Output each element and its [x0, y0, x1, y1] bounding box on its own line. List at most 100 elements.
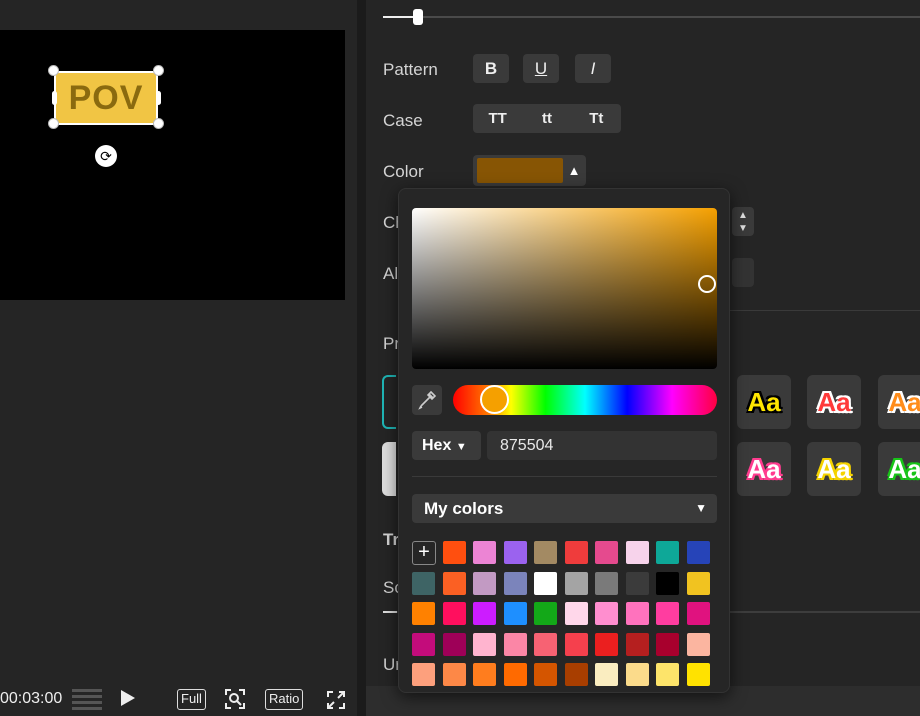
sticker-text: POV	[68, 78, 144, 117]
color-swatch[interactable]	[534, 602, 557, 625]
opacity-slider-thumb[interactable]	[413, 9, 423, 25]
color-swatch[interactable]	[625, 541, 649, 564]
resize-handle-left[interactable]	[52, 91, 57, 105]
color-swatch[interactable]	[564, 571, 588, 595]
chevron-up-icon[interactable]: ▲	[563, 157, 585, 184]
resize-handle-right[interactable]	[156, 91, 161, 105]
color-swatch[interactable]	[595, 541, 618, 564]
hue-slider-thumb[interactable]	[480, 385, 509, 414]
add-color-button[interactable]: +	[412, 541, 436, 565]
rotate-icon[interactable]: ⟳	[95, 145, 117, 167]
opacity-slider-track[interactable]	[383, 16, 920, 18]
color-swatch[interactable]	[625, 602, 649, 625]
color-swatch[interactable]	[656, 663, 679, 686]
ratio-button[interactable]: Ratio	[265, 689, 304, 710]
color-swatch[interactable]	[442, 541, 466, 564]
color-swatch[interactable]	[442, 632, 466, 656]
italic-button[interactable]: I	[575, 54, 611, 83]
preset-item[interactable]: Aa	[737, 442, 791, 496]
bold-button[interactable]: B	[473, 54, 509, 83]
color-swatch[interactable]	[656, 632, 679, 656]
spacing-stepper[interactable]: ▲ ▼	[732, 207, 754, 236]
align-button[interactable]	[732, 258, 754, 287]
color-mode-select[interactable]: Hex ▼	[412, 431, 481, 460]
preset-selected[interactable]	[382, 375, 396, 429]
color-swatch[interactable]	[473, 632, 496, 656]
play-button[interactable]	[121, 690, 135, 706]
color-swatch[interactable]	[595, 602, 618, 625]
color-swatch[interactable]	[503, 632, 527, 656]
app-root: POV ⟳ 00:03:00 Full Ratio Pattern B U I …	[0, 0, 920, 716]
preset-text: Aa	[747, 387, 781, 417]
color-swatch[interactable]	[595, 571, 618, 595]
saturation-value-area[interactable]	[412, 208, 717, 369]
my-colors-dropdown[interactable]: My colors ▼	[412, 494, 717, 523]
hex-input[interactable]	[487, 431, 717, 460]
color-swatch[interactable]	[473, 571, 496, 595]
case-title-button[interactable]: Tt	[572, 104, 621, 133]
color-swatch[interactable]	[686, 602, 710, 625]
color-swatch[interactable]	[534, 632, 557, 656]
full-button[interactable]: Full	[177, 689, 206, 710]
resize-handle-tr[interactable]	[153, 65, 164, 76]
color-swatch[interactable]	[442, 602, 466, 625]
preset-item[interactable]: Aa	[737, 375, 791, 429]
color-swatch[interactable]	[595, 663, 618, 686]
color-swatch[interactable]	[686, 632, 710, 656]
color-swatch[interactable]	[473, 541, 496, 564]
zoom-fit-icon[interactable]	[224, 688, 246, 710]
color-swatch[interactable]	[625, 571, 649, 595]
color-swatch[interactable]	[534, 541, 557, 564]
color-label: Color	[383, 162, 424, 181]
underline-button[interactable]: U	[523, 54, 559, 83]
case-lower-button[interactable]: tt	[522, 104, 571, 133]
timecode: 00:03:00	[0, 690, 63, 707]
section-divider	[730, 310, 920, 311]
color-swatch[interactable]	[412, 663, 435, 686]
resize-handle-tl[interactable]	[48, 65, 59, 76]
preset-item[interactable]: Aa	[878, 375, 920, 429]
resize-handle-br[interactable]	[153, 118, 164, 129]
preset-text: Aa	[817, 454, 851, 484]
color-swatch[interactable]	[503, 602, 527, 625]
preset-item[interactable]: Aa	[807, 375, 861, 429]
color-swatch[interactable]	[442, 663, 466, 686]
case-upper-button[interactable]: TT	[473, 104, 522, 133]
color-swatch[interactable]	[534, 571, 557, 595]
color-swatch[interactable]	[412, 632, 435, 656]
color-swatch[interactable]	[564, 602, 588, 625]
color-swatch[interactable]	[625, 663, 649, 686]
color-swatch[interactable]	[473, 602, 496, 625]
case-button-group: TT tt Tt	[473, 104, 621, 133]
color-swatch[interactable]	[656, 541, 679, 564]
color-swatch[interactable]	[473, 663, 496, 686]
color-swatch[interactable]	[503, 663, 527, 686]
sv-cursor[interactable]	[698, 275, 716, 293]
current-color-swatch[interactable]	[477, 158, 563, 183]
color-swatch[interactable]	[686, 663, 710, 686]
preset-white[interactable]	[382, 442, 396, 496]
color-swatch[interactable]	[656, 571, 679, 595]
color-swatch[interactable]	[442, 571, 466, 595]
color-swatch[interactable]	[412, 602, 435, 625]
color-swatch[interactable]	[503, 541, 527, 564]
panel-divider[interactable]	[357, 0, 366, 716]
color-swatch[interactable]	[564, 541, 588, 564]
fullscreen-icon[interactable]	[326, 690, 346, 710]
preset-item[interactable]: Aa	[807, 442, 861, 496]
color-swatch[interactable]	[686, 571, 710, 595]
color-swatch[interactable]	[656, 602, 679, 625]
color-swatch[interactable]	[625, 632, 649, 656]
preset-item[interactable]: Aa	[878, 442, 920, 496]
color-swatch[interactable]	[412, 571, 435, 595]
color-swatch[interactable]	[686, 541, 710, 564]
eyedropper-icon[interactable]	[412, 385, 442, 415]
color-swatch[interactable]	[595, 632, 618, 656]
color-swatch[interactable]	[534, 663, 557, 686]
preset-text: Aa	[817, 387, 851, 417]
color-swatch[interactable]	[564, 632, 588, 656]
resize-handle-bl[interactable]	[48, 118, 59, 129]
color-swatch[interactable]	[503, 571, 527, 595]
color-swatch[interactable]	[564, 663, 588, 686]
sticker-element[interactable]: POV	[54, 71, 158, 125]
